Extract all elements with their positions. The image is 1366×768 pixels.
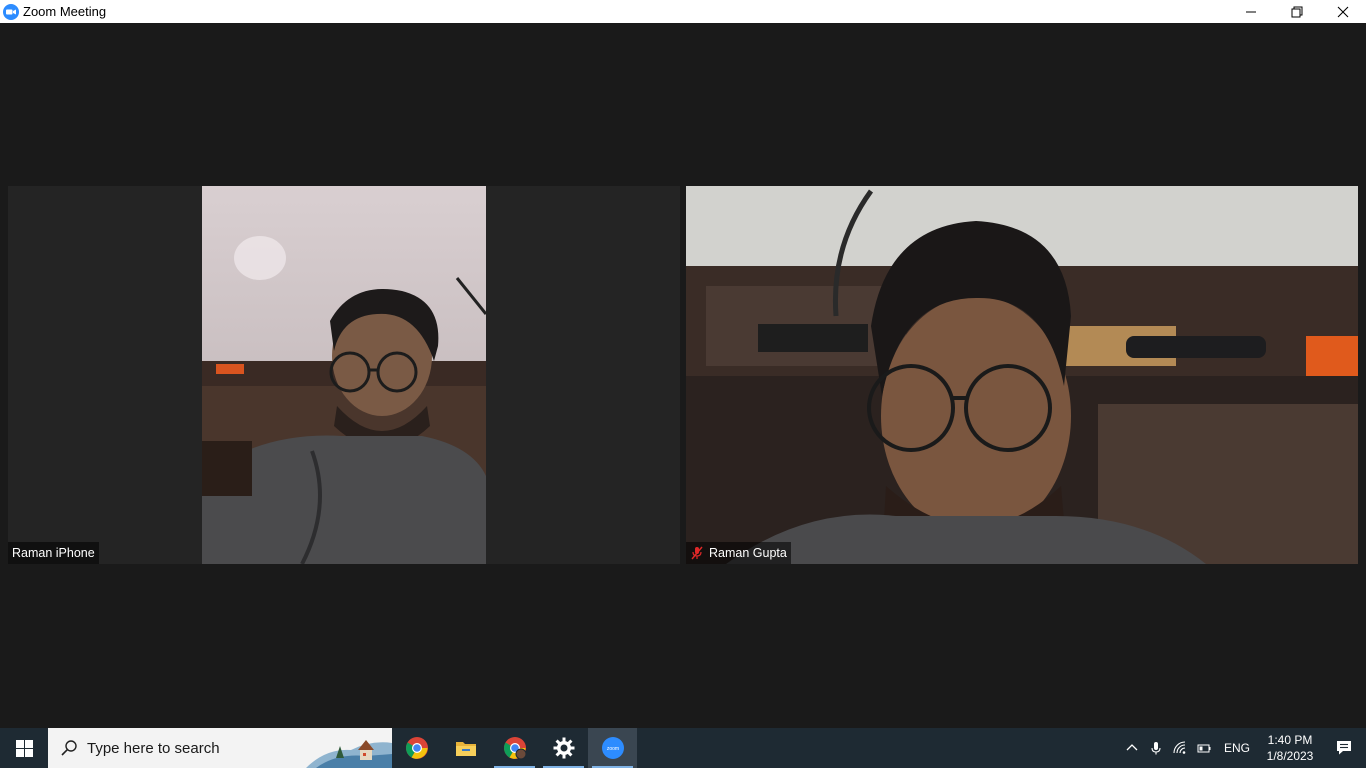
title-bar: Zoom Meeting [0, 0, 1366, 23]
taskbar-app-settings[interactable] [539, 728, 588, 768]
system-tray: ENG 1:40 PM 1/8/2023 [1120, 728, 1366, 768]
chrome-icon [405, 737, 428, 759]
restore-icon [1291, 6, 1303, 17]
participant-video [202, 186, 486, 564]
search-highlight-illustration [306, 740, 392, 768]
minimize-icon [1246, 11, 1256, 12]
network-tray-button[interactable] [1168, 728, 1192, 768]
search-icon [61, 740, 77, 756]
microphone-muted-icon [691, 546, 703, 560]
chrome-profile-icon [503, 737, 526, 760]
participant-tile[interactable]: Raman Gupta [686, 186, 1358, 564]
file-explorer-icon [455, 742, 476, 756]
start-button[interactable] [0, 728, 48, 768]
participant-name-label: Raman Gupta [686, 542, 791, 564]
taskbar-app-chrome[interactable] [392, 728, 441, 768]
chevron-up-icon [1126, 744, 1138, 751]
search-placeholder: Type here to search [87, 739, 220, 757]
participant-video [686, 186, 1358, 564]
window-title: Zoom Meeting [23, 4, 107, 19]
microphone-tray-button[interactable] [1144, 728, 1168, 768]
clock-time: 1:40 PM [1267, 733, 1313, 747]
close-button[interactable] [1320, 0, 1366, 23]
taskbar-clock[interactable]: 1:40 PM 1/8/2023 [1258, 732, 1322, 764]
taskbar-search-box[interactable]: Type here to search [48, 728, 392, 768]
notification-icon [1337, 741, 1351, 755]
show-hidden-icons-button[interactable] [1120, 728, 1144, 768]
taskbar-app-chrome-profile[interactable] [490, 728, 539, 768]
microphone-icon [1151, 742, 1161, 755]
participant-name: Raman Gupta [709, 546, 787, 560]
minimize-button[interactable] [1228, 0, 1274, 23]
action-center-button[interactable] [1322, 728, 1366, 768]
svg-text:zoom: zoom [606, 746, 618, 752]
zoom-app-icon [3, 3, 19, 20]
windows-logo-icon [15, 739, 33, 757]
settings-icon [553, 737, 574, 759]
clock-date: 1/8/2023 [1266, 749, 1314, 763]
battery-tray-button[interactable] [1192, 728, 1216, 768]
meeting-gallery: Raman iPhone Raman Gupta [0, 23, 1366, 728]
taskbar-app-file-explorer[interactable] [441, 728, 490, 768]
taskbar-app-zoom[interactable]: zoom [588, 728, 637, 768]
wifi-icon [1173, 741, 1186, 754]
zoom-icon: zoom [601, 737, 624, 759]
participant-name-label: Raman iPhone [8, 542, 99, 564]
input-language-indicator[interactable]: ENG [1216, 741, 1258, 755]
restore-button[interactable] [1274, 0, 1320, 23]
participant-name: Raman iPhone [12, 546, 95, 560]
window-controls [1228, 0, 1366, 23]
battery-icon [1197, 744, 1211, 753]
close-icon [1337, 6, 1349, 17]
participant-tile[interactable]: Raman iPhone [8, 186, 680, 564]
taskbar: Type here to search zoom ENG 1:40 PM 1/8… [0, 728, 1366, 768]
